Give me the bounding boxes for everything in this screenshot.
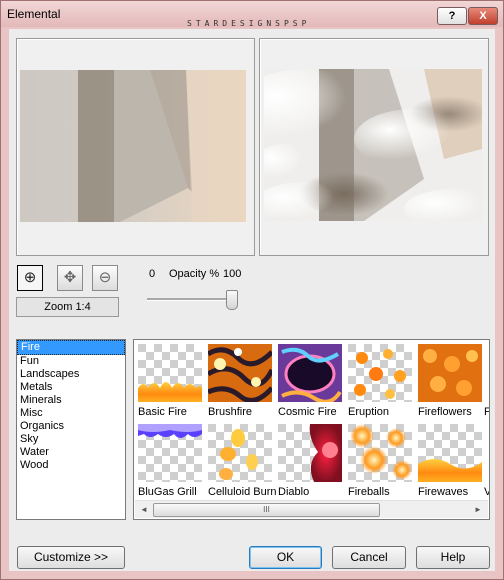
zoom-level-label: Zoom 1:4 (16, 297, 119, 317)
opacity-min-label: 0 (149, 268, 156, 280)
before-preview-panel[interactable] (16, 38, 255, 256)
category-item-metals[interactable]: Metals (17, 381, 125, 394)
preset-thumbnail[interactable]: Brushfire (208, 344, 280, 418)
thumbnail-scrollbar[interactable]: ◄ III ► (135, 500, 488, 518)
preset-label: Brushfire (208, 406, 253, 418)
after-preview-image (264, 69, 482, 221)
customize-button[interactable]: Customize >> (17, 546, 125, 569)
opacity-slider-thumb[interactable] (226, 290, 238, 310)
ok-button[interactable]: OK (249, 546, 322, 569)
help-button[interactable]: Help (416, 546, 490, 569)
zoom-in-icon: ⊕ (23, 269, 37, 286)
category-item-organics[interactable]: Organics (17, 420, 125, 433)
preset-thumbnail[interactable]: Basic Fire (138, 344, 210, 418)
category-item-fire[interactable]: Fire (17, 340, 125, 355)
preset-thumbnail-grid[interactable]: Basic Fire Brushfire Cosmic Fire Eruptio… (133, 339, 490, 520)
watermark-text: STARDESIGNSPSP (187, 19, 311, 28)
preset-label: Cosmic Fire (278, 406, 337, 418)
preset-label: Celluloid Burn (208, 486, 277, 498)
title-help-button[interactable]: ? (437, 7, 467, 25)
title-bar[interactable]: Elemental STARDESIGNSPSP ? X (1, 1, 503, 28)
preset-thumbnail[interactable]: Celluloid Burn (208, 424, 280, 498)
preset-thumbnail[interactable]: Diablo (278, 424, 350, 498)
category-item-misc[interactable]: Misc (17, 407, 125, 420)
window-title: Elemental (7, 7, 61, 21)
preset-label: Eruption (348, 406, 389, 418)
category-item-water[interactable]: Water (17, 446, 125, 459)
after-preview-panel[interactable] (259, 38, 489, 256)
preset-label: Fireballs (348, 486, 390, 498)
scroll-left-icon[interactable]: ◄ (137, 503, 151, 516)
category-list[interactable]: Fire Fun Landscapes Metals Minerals Misc… (16, 339, 126, 520)
category-item-fun[interactable]: Fun (17, 355, 125, 368)
zoom-out-icon: ⊖ (98, 269, 112, 286)
dialog-client-area: ⊕ ✥ ⊖ Zoom 1:4 0 Opacity % 100 Fire Fun … (9, 29, 495, 571)
category-item-sky[interactable]: Sky (17, 433, 125, 446)
zoom-out-button[interactable]: ⊖ (92, 265, 118, 291)
preset-thumbnail[interactable]: BluGas Grill (138, 424, 210, 498)
dialog-window: Elemental STARDESIGNSPSP ? X ⊕ ✥ ⊖ Zoom … (0, 0, 504, 580)
category-item-wood[interactable]: Wood (17, 459, 125, 472)
scroll-right-icon[interactable]: ► (471, 503, 485, 516)
preset-label: Diablo (278, 486, 310, 498)
move-arrows-icon: ✥ (63, 269, 77, 286)
pan-button[interactable]: ✥ (57, 265, 83, 291)
preset-label: BluGas Grill (138, 486, 197, 498)
opacity-label: Opacity % (169, 268, 220, 280)
preset-thumbnail[interactable]: Fireballs (348, 424, 420, 498)
opacity-slider-track[interactable] (147, 298, 237, 301)
preset-thumbnail[interactable]: Fireflowers (418, 344, 489, 418)
preset-label: V (484, 486, 489, 498)
title-close-button[interactable]: X (468, 7, 498, 25)
preset-label: F (484, 406, 489, 418)
before-preview-image (20, 70, 246, 222)
preset-label: Firewaves (418, 486, 469, 498)
scrollbar-thumb[interactable]: III (153, 503, 380, 517)
preset-thumbnail[interactable]: Firewaves (418, 424, 489, 498)
category-item-minerals[interactable]: Minerals (17, 394, 125, 407)
preset-thumbnail[interactable]: Eruption (348, 344, 420, 418)
preset-label: Basic Fire (138, 406, 187, 418)
preset-thumbnail[interactable]: Cosmic Fire (278, 344, 350, 418)
category-item-landscapes[interactable]: Landscapes (17, 368, 125, 381)
zoom-in-button[interactable]: ⊕ (17, 265, 43, 291)
opacity-max-label: 100 (223, 268, 242, 280)
cancel-button[interactable]: Cancel (332, 546, 406, 569)
preset-label: Fireflowers (418, 406, 472, 418)
